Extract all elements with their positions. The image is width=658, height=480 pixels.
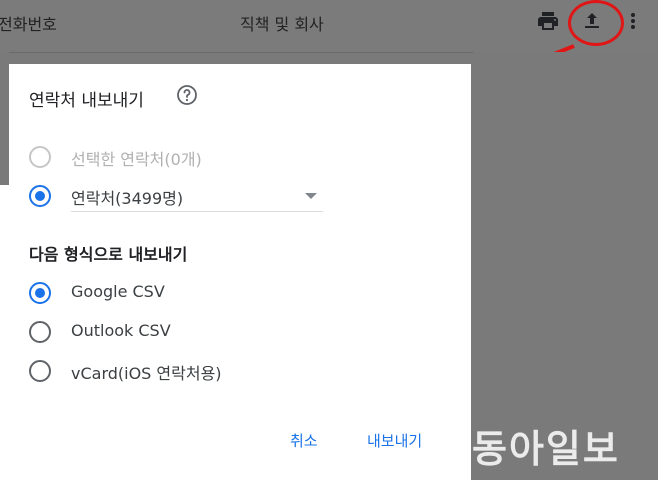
- more-vert-icon[interactable]: [626, 9, 640, 33]
- radio-all-contacts[interactable]: [29, 185, 51, 207]
- radio-vcard[interactable]: [29, 360, 51, 382]
- radio-outlook-csv[interactable]: [29, 321, 51, 343]
- radio-selected-contacts: [29, 146, 51, 168]
- chevron-down-icon[interactable]: [305, 193, 317, 199]
- option-selected-contacts-label: 선택한 연락처(0개): [71, 150, 202, 169]
- option-outlook-csv-label[interactable]: Outlook CSV: [71, 321, 171, 340]
- radio-google-csv[interactable]: [29, 282, 51, 304]
- column-job-company-header[interactable]: 직책 및 회사: [240, 11, 324, 35]
- cancel-button[interactable]: 취소: [290, 430, 318, 451]
- option-google-csv-label[interactable]: Google CSV: [71, 282, 165, 301]
- export-contacts-dialog: 연락처 내보내기 선택한 연락처(0개) 연락처(3499명) 다음 형식으로 …: [9, 64, 471, 480]
- background-overlay-left: [0, 52, 9, 185]
- column-phone-header[interactable]: 전화번호: [0, 11, 57, 35]
- option-all-contacts-label[interactable]: 연락처(3499명): [71, 185, 183, 209]
- background-overlay: [473, 52, 658, 480]
- select-underline: [71, 211, 323, 212]
- dialog-edge: [0, 185, 9, 480]
- newspaper-watermark: 동아일보: [472, 427, 620, 471]
- help-circle-icon[interactable]: [175, 83, 199, 107]
- option-vcard-label[interactable]: vCard(iOS 연락처용): [71, 360, 222, 384]
- format-section-title: 다음 형식으로 내보내기: [29, 245, 188, 264]
- dialog-title: 연락처 내보내기: [29, 91, 144, 111]
- export-button[interactable]: 내보내기: [367, 430, 422, 451]
